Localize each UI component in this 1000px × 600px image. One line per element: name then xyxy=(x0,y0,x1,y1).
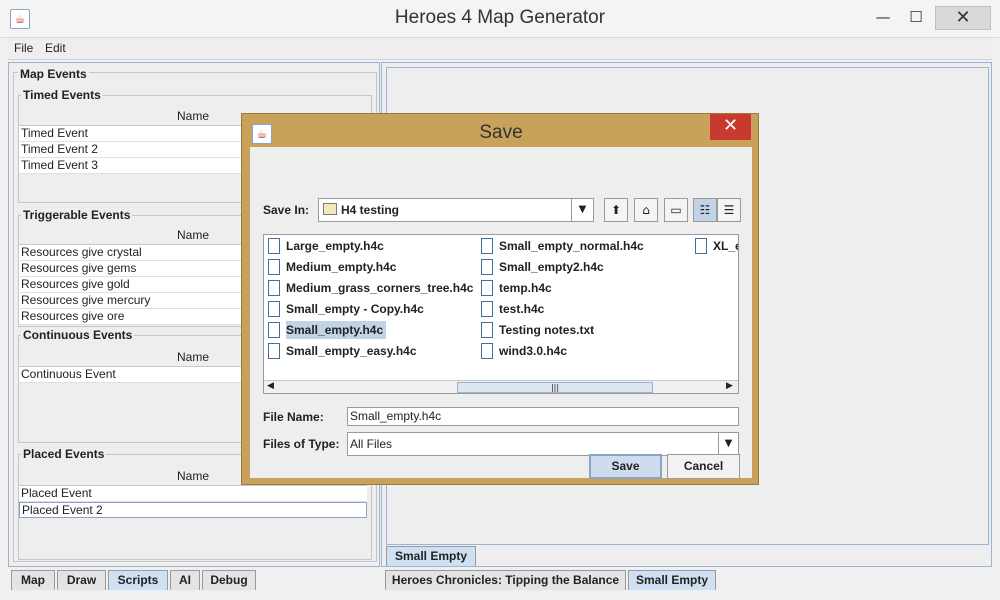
horizontal-scrollbar[interactable]: ◀ ||| ▶ xyxy=(264,380,738,393)
menu-bar: File Edit xyxy=(8,38,992,60)
save-in-combo[interactable]: H4 testing ▼ xyxy=(318,198,594,222)
file-type-value: All Files xyxy=(350,437,393,451)
file-icon xyxy=(695,238,707,254)
timed-events-title: Timed Events xyxy=(21,88,103,102)
file-name: wind3.0.h4c xyxy=(499,344,568,358)
chevron-down-icon[interactable]: ▼ xyxy=(718,433,738,455)
file-icon xyxy=(268,280,280,296)
file-icon xyxy=(268,301,280,317)
tab-scripts[interactable]: Scripts xyxy=(108,570,168,590)
save-in-label: Save In: xyxy=(263,203,310,217)
file-icon xyxy=(481,259,493,275)
list-item[interactable]: Large_empty.h4c xyxy=(264,236,478,257)
list-item[interactable]: Medium_grass_corners_tree.h4c xyxy=(264,278,478,299)
file-icon xyxy=(481,322,493,338)
tab-debug[interactable]: Debug xyxy=(202,570,256,590)
placed-events-title: Placed Events xyxy=(21,447,107,461)
up-one-level-icon[interactable]: ⬆ xyxy=(604,198,628,222)
file-name: Small_empty2.h4c xyxy=(499,260,604,274)
file-name: temp.h4c xyxy=(499,281,552,295)
new-folder-icon[interactable]: ▭ xyxy=(664,198,688,222)
file-icon xyxy=(481,280,493,296)
table-row[interactable]: Placed Event xyxy=(19,486,367,502)
home-icon[interactable]: ⌂ xyxy=(634,198,658,222)
window-title: Heroes 4 Map Generator xyxy=(394,7,606,28)
file-name-label: File Name: xyxy=(263,410,324,424)
list-item[interactable]: Small_empty2.h4c xyxy=(477,257,691,278)
list-item-selected[interactable]: Small_empty.h4c xyxy=(264,320,478,341)
file-icon xyxy=(481,343,493,359)
save-button[interactable]: Save xyxy=(589,454,662,479)
file-name: Small_empty - Copy.h4c xyxy=(286,302,424,316)
menu-file[interactable]: File xyxy=(14,41,33,55)
scroll-left-icon[interactable]: ◀ xyxy=(267,381,274,391)
tab-draw[interactable]: Draw xyxy=(57,570,106,590)
file-icon xyxy=(268,322,280,338)
tab-map[interactable]: Map xyxy=(11,570,55,590)
file-icon xyxy=(268,259,280,275)
file-column-1: Large_empty.h4c Medium_empty.h4c Medium_… xyxy=(264,236,478,362)
file-name: test.h4c xyxy=(499,302,545,316)
list-item[interactable]: Testing notes.txt xyxy=(477,320,691,341)
folder-icon xyxy=(323,203,337,215)
file-name: XL_e xyxy=(713,239,739,253)
table-row[interactable]: Placed Event 2 xyxy=(19,502,367,518)
file-name: Medium_grass_corners_tree.h4c xyxy=(286,281,474,295)
list-item[interactable]: Small_empty_normal.h4c xyxy=(477,236,691,257)
maximize-icon[interactable]: ☐ xyxy=(901,6,931,30)
file-column-2: Small_empty_normal.h4c Small_empty2.h4c … xyxy=(477,236,691,362)
dialog-title: Save xyxy=(479,122,523,143)
cancel-button[interactable]: Cancel xyxy=(667,454,740,479)
tab-small-empty-inner[interactable]: Small Empty xyxy=(386,546,476,566)
close-icon[interactable]: ✕ xyxy=(710,114,751,140)
details-view-icon[interactable]: ☰ xyxy=(717,198,741,222)
scroll-right-icon[interactable]: ▶ xyxy=(726,381,733,391)
file-type-label: Files of Type: xyxy=(263,437,340,451)
file-name: Small_empty_normal.h4c xyxy=(499,239,644,253)
file-icon xyxy=(481,301,493,317)
continuous-events-title: Continuous Events xyxy=(21,328,135,342)
triggerable-events-title: Triggerable Events xyxy=(21,208,133,222)
list-item[interactable]: Medium_empty.h4c xyxy=(264,257,478,278)
save-in-value: H4 testing xyxy=(341,203,400,217)
scroll-thumb[interactable]: ||| xyxy=(457,382,653,393)
list-item[interactable]: Small_empty_easy.h4c xyxy=(264,341,478,362)
list-item[interactable]: XL_e xyxy=(691,236,739,257)
list-item[interactable]: wind3.0.h4c xyxy=(477,341,691,362)
file-icon xyxy=(481,238,493,254)
file-type-combo[interactable]: All Files ▼ xyxy=(347,432,739,456)
file-list[interactable]: Large_empty.h4c Medium_empty.h4c Medium_… xyxy=(263,234,739,394)
close-icon[interactable]: ✕ xyxy=(935,6,991,30)
file-name-input[interactable]: Small_empty.h4c xyxy=(347,407,739,426)
list-view-icon[interactable]: ☷ xyxy=(693,198,717,222)
file-name: Large_empty.h4c xyxy=(286,239,384,253)
tab-small-empty[interactable]: Small Empty xyxy=(628,570,716,590)
file-name: Small_empty_easy.h4c xyxy=(286,344,417,358)
save-dialog: ☕ Save ✕ Save In: H4 testing ▼ ⬆ ⌂ ▭ ☷ ☰… xyxy=(241,113,759,485)
file-name: Small_empty.h4c xyxy=(286,321,387,339)
list-item[interactable]: Small_empty - Copy.h4c xyxy=(264,299,478,320)
file-name: Medium_empty.h4c xyxy=(286,260,397,274)
tab-ai[interactable]: AI xyxy=(170,570,200,590)
minimize-icon[interactable]: — xyxy=(868,6,898,30)
chevron-down-icon[interactable]: ▼ xyxy=(571,199,593,221)
file-name: Testing notes.txt xyxy=(499,323,595,337)
map-events-title: Map Events xyxy=(18,67,89,81)
list-item[interactable]: test.h4c xyxy=(477,299,691,320)
file-column-3: XL_e xyxy=(691,236,739,257)
dialog-body: Save In: H4 testing ▼ ⬆ ⌂ ▭ ☷ ☰ Large_em… xyxy=(250,147,752,479)
menu-edit[interactable]: Edit xyxy=(45,41,66,55)
file-icon xyxy=(268,238,280,254)
list-item[interactable]: temp.h4c xyxy=(477,278,691,299)
file-icon xyxy=(268,343,280,359)
tab-heroes-chronicles[interactable]: Heroes Chronicles: Tipping the Balance xyxy=(385,570,626,590)
